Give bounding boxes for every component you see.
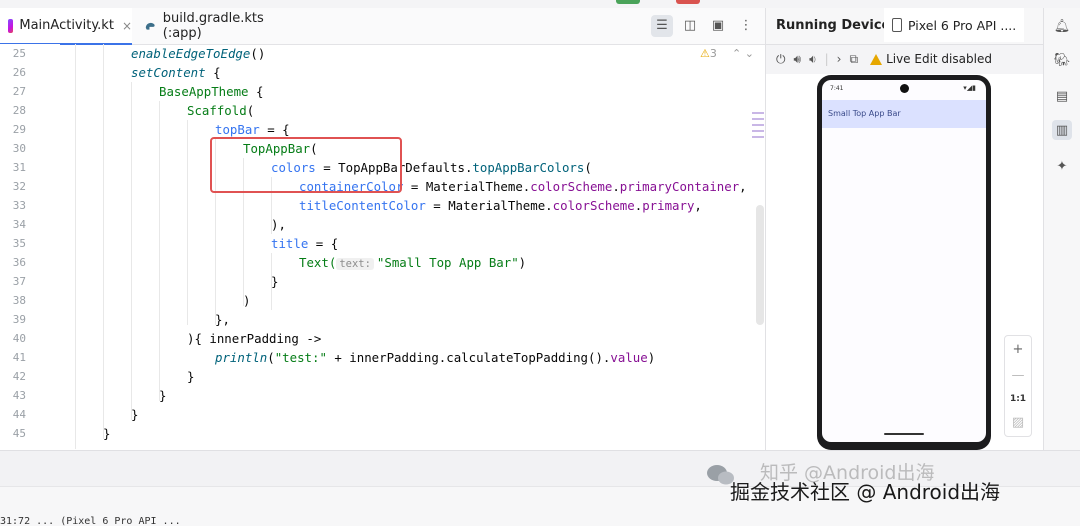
signal-battery-icon: ▾◢▮	[963, 84, 976, 92]
gradle-file-icon	[145, 22, 155, 30]
actual-size-button[interactable]: 1:1	[1010, 394, 1026, 404]
gemini-icon[interactable]: ✦	[1052, 156, 1072, 176]
prev-next-arrows[interactable]: ⌃ ⌄	[732, 47, 754, 60]
zoom-out-button[interactable]: —	[1012, 368, 1025, 383]
fit-screen-icon[interactable]: ▨	[1012, 415, 1024, 430]
title-strip	[0, 0, 1080, 8]
line-number-gutter: 25 26 27 28 29 30 31 32 33 34 35 36 37 3…	[0, 44, 60, 449]
editor-scrollbar[interactable]	[756, 205, 764, 325]
panel-title: Running Devices	[776, 18, 899, 33]
tab-build-gradle[interactable]: build.gradle.kts (:app)	[134, 8, 294, 43]
gradle-icon[interactable]: 🐘︎	[1052, 50, 1072, 70]
stop-indicator	[676, 0, 700, 4]
running-devices-icon[interactable]: ▥	[1052, 120, 1072, 140]
tab-label: MainActivity.kt	[19, 18, 114, 33]
code-view-icon[interactable]: ☰	[651, 14, 673, 37]
run-indicator	[616, 0, 640, 4]
device-manager-icon[interactable]: ▤	[1052, 86, 1072, 106]
tab-mainactivity[interactable]: MainActivity.kt ×	[0, 8, 132, 45]
device-tab[interactable]: Pixel 6 Pro API ....	[884, 8, 1025, 42]
power-icon[interactable]: ⏻	[776, 52, 786, 67]
phone-status-bar: 7:41 ▾◢▮	[830, 84, 976, 93]
phone-mockup: 7:41 ▾◢▮ Small Top App Bar	[817, 75, 991, 450]
top-app-bar: Small Top App Bar	[822, 100, 986, 128]
screenshot-icon[interactable]: ⧉	[849, 52, 858, 67]
zoom-in-button[interactable]: +	[1013, 342, 1024, 357]
device-toolbar: ⏻ 🔊︎ 🔉︎ | › ⧉ Live Edit disabled	[776, 51, 992, 67]
code-editor[interactable]: enableEdgeToEdge() setContent { BaseAppT…	[0, 44, 765, 449]
kotlin-file-icon	[8, 18, 14, 33]
home-indicator	[884, 433, 924, 435]
phone-screen[interactable]: 7:41 ▾◢▮ Small Top App Bar	[822, 80, 986, 442]
editor-view-toolbar: ☰ ◫ ▣ ⋮	[651, 8, 765, 43]
split-view-icon[interactable]: ◫	[679, 15, 701, 37]
running-devices-header: Running Devices Pixel 6 Pro API ....	[766, 8, 1044, 45]
chevron-right-icon[interactable]: ›	[837, 52, 842, 66]
close-icon[interactable]: ×	[122, 19, 132, 33]
more-options-icon[interactable]: ⋮	[735, 15, 757, 37]
camera-cutout	[900, 84, 909, 93]
volume-down-icon[interactable]: 🔉︎	[809, 52, 817, 67]
phone-icon	[892, 18, 902, 32]
design-view-icon[interactable]: ▣	[707, 15, 729, 37]
warning-count[interactable]: ⚠3	[700, 47, 717, 60]
zoom-controls: + — 1:1 ▨	[1004, 335, 1032, 437]
scroll-markers	[752, 112, 764, 142]
right-tool-strip: 🔔︎ 🐘︎ ▤ ▥ ✦	[1043, 8, 1080, 450]
warning-icon	[870, 53, 883, 65]
live-edit-status[interactable]: Live Edit disabled	[870, 52, 992, 66]
tab-label: build.gradle.kts (:app)	[162, 10, 264, 41]
editor-tab-bar: MainActivity.kt × build.gradle.kts (:app…	[0, 8, 765, 45]
status-bar: 31:72 ... (Pixel 6 Pro API ...	[0, 516, 181, 527]
volume-up-icon[interactable]: 🔊︎	[794, 52, 802, 67]
warning-icon: ⚠	[700, 47, 710, 60]
notifications-icon[interactable]: 🔔︎	[1052, 16, 1072, 36]
juejin-watermark: 掘金技术社区 @ Android出海	[730, 480, 1001, 504]
highlight-box	[210, 137, 402, 193]
